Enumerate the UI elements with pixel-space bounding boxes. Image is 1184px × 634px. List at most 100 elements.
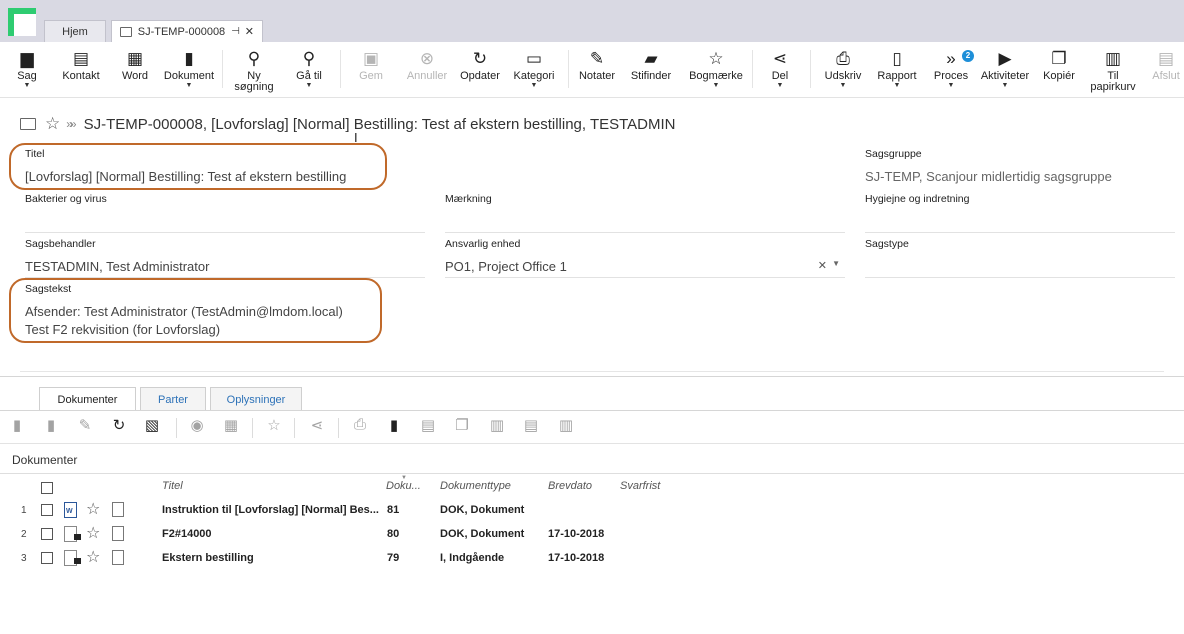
tab-parter[interactable]: Parter — [140, 387, 206, 411]
dokument-button[interactable]: ▮ Dokument ▼ — [162, 48, 216, 90]
pencil-icon: ✎ — [589, 49, 605, 68]
kopier-label: Kopiér — [1043, 70, 1075, 82]
ny-sogning-button[interactable]: ⚲ Ny søgning — [226, 48, 282, 93]
kontakt-button[interactable]: ▤ Kontakt — [58, 48, 104, 82]
tab-case[interactable]: SJ-TEMP-000008,... ⊣ ✕ — [111, 20, 263, 42]
col-dokumentnr[interactable]: Doku... — [386, 480, 421, 492]
clear-icon[interactable]: ✕ — [818, 259, 827, 272]
star-icon[interactable]: ☆ — [264, 416, 284, 434]
udskriv-button[interactable]: ⎙ Udskriv ▼ — [822, 48, 864, 90]
bogmaerke-label: Bogmærke — [689, 70, 743, 82]
pin-icon[interactable]: ⊣ — [231, 26, 240, 37]
chevron-down-icon: ▼ — [712, 82, 720, 89]
chevron-down-icon[interactable]: ▼ — [832, 259, 840, 268]
doc-new-icon[interactable]: ▮ — [41, 416, 61, 434]
sag-label: Sag — [17, 70, 37, 82]
toolbar-separator — [340, 50, 341, 88]
til-papirkurv-button[interactable]: ▥ Til papirkurv — [1088, 48, 1138, 93]
bakterier-field[interactable]: Bakterier og virus — [25, 193, 425, 233]
bogmaerke-button[interactable]: ☆ Bogmærke ▼ — [688, 48, 744, 90]
kategori-button[interactable]: ▭ Kategori ▼ — [512, 48, 556, 90]
toolbar-separator — [252, 418, 253, 438]
select-all-checkbox[interactable] — [41, 482, 53, 494]
chevron-down-icon: ▼ — [839, 82, 847, 89]
sag-button[interactable]: ▆ Sag ▼ — [14, 48, 40, 90]
maerkning-field[interactable]: Mærkning — [445, 193, 845, 233]
excel-icon[interactable]: ▧ — [142, 416, 162, 434]
gem-button[interactable]: ▣ Gem — [356, 48, 386, 82]
afslut-button[interactable]: ▤ Afslut — [1150, 48, 1182, 82]
row-checkbox[interactable] — [41, 528, 53, 540]
close-icon[interactable]: ✕ — [245, 25, 254, 38]
sagstype-field[interactable]: Sagstype — [865, 238, 1175, 278]
col-svarfrist[interactable]: Svarfrist — [620, 480, 660, 492]
chevron-down-icon: ▼ — [23, 82, 31, 89]
edit-icon[interactable]: ✎ — [75, 416, 95, 434]
star-icon[interactable]: ☆ — [86, 525, 100, 543]
row-checkbox[interactable] — [41, 504, 53, 516]
ansvarlig-enhed-field[interactable]: Ansvarlig enhed PO1, Project Office 1 ✕ … — [445, 238, 845, 278]
play-icon: ▶ — [998, 49, 1012, 68]
folder-add-icon: ▆ — [20, 49, 34, 68]
pdf-icon[interactable]: ▥ — [487, 416, 507, 434]
del-button[interactable]: ⋖ Del ▼ — [768, 48, 792, 90]
dokument-label: Dokument — [163, 70, 215, 82]
toolbar-separator — [752, 50, 753, 88]
table-row[interactable]: 1 ☆ Instruktion til [Lovforslag] [Normal… — [0, 499, 1184, 523]
sagsbehandler-field[interactable]: Sagsbehandler TESTADMIN, Test Administra… — [25, 238, 425, 278]
sagsgruppe-label: Sagsgruppe — [865, 148, 922, 160]
stifinder-button[interactable]: ▰ Stifinder — [628, 48, 674, 82]
chevron-down-icon: ▼ — [305, 82, 313, 89]
tab-parter-label: Parter — [158, 393, 188, 406]
col-titel[interactable]: Titel — [162, 480, 183, 492]
share-icon: ⋖ — [772, 49, 788, 68]
hygiejne-field[interactable]: Hygiejne og indretning — [865, 193, 1175, 233]
star-icon[interactable]: ☆ — [86, 501, 100, 519]
table-row[interactable]: 2 ☆ F2#14000 80 DOK, Dokument 17-10-2018 — [0, 523, 1184, 547]
kopier-button[interactable]: ❐ Kopiér — [1040, 48, 1078, 82]
star-icon[interactable]: ☆ — [45, 115, 60, 133]
tab-hjem[interactable]: Hjem — [44, 20, 106, 42]
trash-icon[interactable]: ▥ — [556, 416, 576, 434]
lock-icon — [74, 558, 81, 564]
annuller-button[interactable]: ⊗ Annuller — [404, 48, 450, 82]
star-icon[interactable]: ☆ — [86, 549, 100, 567]
ga-til-button[interactable]: ⚲ Gå til ▼ — [294, 48, 324, 90]
category-icon: ▭ — [525, 49, 543, 68]
tab-oplysninger[interactable]: Oplysninger — [210, 387, 302, 411]
copy-icon[interactable]: ❐ — [452, 416, 472, 434]
table-row[interactable]: 3 ☆ Ekstern bestilling 79 I, Indgående 1… — [0, 547, 1184, 571]
sagsgruppe-field[interactable]: Sagsgruppe SJ-TEMP, Scanjour midlertidig… — [865, 148, 1175, 185]
row-titel: F2#14000 — [162, 528, 212, 540]
toolbar-separator — [568, 50, 569, 88]
row-titel: Instruktion til [Lovforslag] [Normal] Be… — [162, 504, 379, 516]
word-button[interactable]: ▦ Word — [118, 48, 152, 82]
col-brevdato[interactable]: Brevdato — [548, 480, 592, 492]
sagsbehandler-value[interactable]: TESTADMIN, Test Administrator — [25, 258, 425, 275]
toolbar-separator — [810, 50, 811, 88]
notater-button[interactable]: ✎ Notater — [576, 48, 618, 82]
row-dato: 17-10-2018 — [548, 552, 605, 564]
afslut-label: Afslut — [1152, 70, 1180, 82]
contact-add-icon: ▤ — [72, 49, 90, 68]
col-dokumenttype[interactable]: Dokumenttype — [440, 480, 511, 492]
aktiviteter-button[interactable]: ▶ Aktiviteter ▼ — [978, 48, 1032, 90]
field-underline — [445, 232, 845, 233]
tab-dokumenter[interactable]: Dokumenter — [39, 387, 136, 411]
rapport-button[interactable]: ▯ Rapport ▼ — [876, 48, 918, 90]
refresh-icon[interactable]: ↻ — [109, 416, 129, 434]
opdater-button[interactable]: ↻ Opdater — [458, 48, 502, 82]
share-icon[interactable]: ⋖ — [307, 416, 327, 434]
print-icon[interactable]: ⎙ — [350, 416, 370, 433]
eye-icon[interactable]: ◉ — [187, 416, 207, 434]
doc-export-icon[interactable]: ▤ — [418, 416, 438, 434]
preview-icon[interactable]: ▦ — [221, 416, 241, 434]
opdater-label: Opdater — [460, 70, 500, 82]
row-checkbox[interactable] — [41, 552, 53, 564]
refresh-icon: ↻ — [472, 49, 488, 68]
ansvarlig-value[interactable]: PO1, Project Office 1 — [445, 258, 845, 275]
clipboard-icon[interactable]: ▮ — [384, 416, 404, 434]
proces-button[interactable]: » 2 Proces ▼ — [932, 48, 974, 90]
doc-icon[interactable]: ▮ — [7, 416, 27, 434]
doc-return-icon[interactable]: ▤ — [521, 416, 541, 434]
